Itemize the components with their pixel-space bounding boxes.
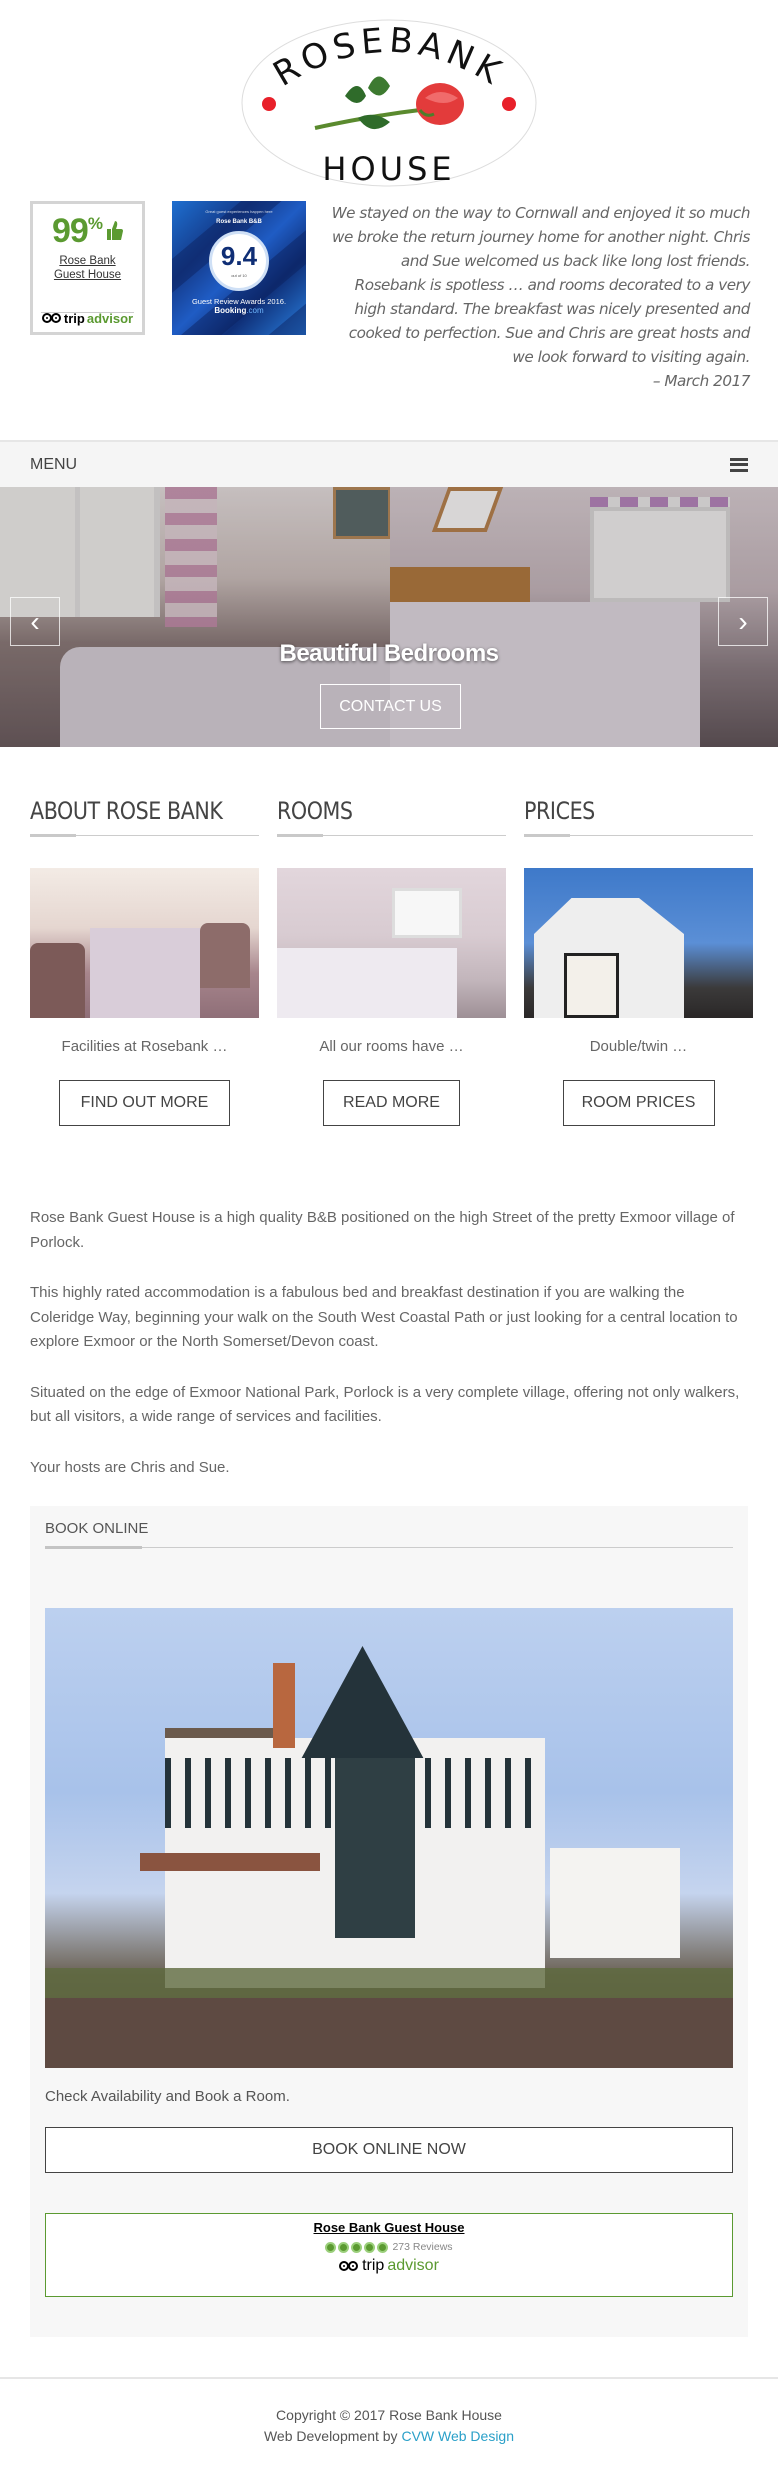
tripadvisor-badge[interactable]: 99 % Rose Bank Guest House trip advisor [30, 201, 145, 335]
feature-blurb: Double/twin … [589, 1038, 688, 1055]
feature-about: ABOUT ROSE BANK Facilities at Rosebank …… [30, 797, 259, 1126]
about-paragraph: Situated on the edge of Exmoor National … [30, 1383, 740, 1426]
booking-property-name: Rose Bank B&B [216, 219, 262, 225]
tripadvisor-owl-icon [339, 2260, 359, 2272]
book-online-now-button[interactable]: BOOK ONLINE NOW [45, 2127, 733, 2173]
booking-tagline: Great guest experiences happen here [205, 209, 273, 214]
about-paragraph: Your hosts are Chris and Sue. [30, 1458, 230, 1476]
thumbs-up-icon [106, 221, 123, 240]
check-availability-text: Check Availability and Book a Room. [45, 2088, 290, 2105]
feature-columns: ABOUT ROSE BANK Facilities at Rosebank …… [0, 747, 778, 1126]
review-count[interactable]: 273 Reviews [392, 2241, 452, 2253]
tripadvisor-logo: trip advisor [33, 311, 142, 326]
rating-bubble-icon [377, 2241, 389, 2253]
copyright-text: Copyright © 2017 Rose Bank House [276, 2407, 502, 2423]
menu-label[interactable]: MENU [30, 456, 77, 474]
menu-bar[interactable]: MENU [0, 440, 778, 487]
tripadvisor-score: 99 % [33, 214, 142, 248]
heading-underline [45, 1546, 733, 1549]
find-out-more-button[interactable]: FIND OUT MORE [59, 1080, 230, 1126]
feature-blurb: Facilities at Rosebank … [61, 1038, 228, 1055]
rating-bubble-icon [325, 2241, 337, 2253]
title-underline [524, 834, 753, 837]
booking-score-circle: 9.4 out of 10 [209, 231, 269, 291]
rating-bubble-icon [338, 2241, 350, 2253]
breakfast-photo[interactable] [30, 868, 259, 1018]
book-online-panel: BOOK ONLINE Check Availability and Book … [30, 1506, 748, 2337]
testimonial: We stayed on the way to Cornwall and enj… [330, 201, 751, 393]
testimonial-text: We stayed on the way to Cornwall and enj… [331, 204, 751, 366]
feature-blurb: All our rooms have … [319, 1038, 464, 1055]
about-text: Rose Bank Guest House is a high quality … [0, 1126, 778, 1480]
tripadvisor-widget-link[interactable]: Rose Bank Guest House [314, 2220, 465, 2235]
title-underline [30, 834, 259, 837]
room-prices-button[interactable]: ROOM PRICES [562, 1080, 715, 1126]
booking-logo: Booking.com [214, 306, 264, 315]
guest-house-photo [45, 1608, 733, 2068]
read-more-button[interactable]: READ MORE [323, 1080, 460, 1126]
rating-bubble-icon [364, 2241, 376, 2253]
feature-rooms: ROOMS All our rooms have … READ MORE [277, 797, 506, 1126]
tripadvisor-owl-icon [41, 313, 62, 324]
booking-award-badge[interactable]: Great guest experiences happen here Rose… [172, 201, 306, 335]
rating-bubbles: 273 Reviews [46, 2241, 732, 2253]
room-photo[interactable] [277, 868, 506, 1018]
site-footer: Copyright © 2017 Rose Bank House Web Dev… [0, 2377, 778, 2473]
hero-caption: Beautiful Bedrooms [279, 640, 499, 667]
feature-title: ROOMS [277, 797, 353, 825]
feature-prices: PRICES Double/twin … ROOM PRICES [524, 797, 753, 1126]
booking-award-text: Guest Review Awards 2016. [191, 297, 287, 306]
hamburger-icon[interactable] [730, 457, 748, 472]
credit-line: Web Development by CVW Web Design [263, 2428, 515, 2444]
site-logo[interactable]: ROSEBANK HOUSE [240, 18, 538, 188]
hero-slider: ‹ › Beautiful Bedrooms CONTACT US [0, 487, 778, 747]
testimonial-date: – March 2017 [652, 372, 751, 390]
tripadvisor-review-widget: Rose Bank Guest House 273 Reviews trip ad… [45, 2213, 733, 2297]
chevron-left-icon[interactable]: ‹ [10, 597, 60, 646]
logo-text-bottom: HOUSE [322, 150, 455, 188]
about-paragraph: Rose Bank Guest House is a high quality … [30, 1209, 735, 1251]
tripadvisor-logo[interactable]: trip advisor [46, 2257, 732, 2275]
site-header: ROSEBANK HOUSE 99 % Rose Bank Guest Hous… [0, 0, 778, 440]
cvw-web-design-link[interactable]: CVW Web Design [401, 2428, 514, 2444]
logo-dot-right [502, 97, 516, 111]
house-exterior-photo[interactable] [524, 868, 753, 1018]
contact-us-button[interactable]: CONTACT US [320, 684, 461, 729]
book-online-heading: BOOK ONLINE [45, 1520, 149, 1537]
booking-score: 9.4 [220, 241, 258, 271]
title-underline [277, 834, 506, 837]
feature-title: PRICES [524, 797, 595, 825]
chevron-right-icon[interactable]: › [718, 597, 768, 646]
tripadvisor-property-link[interactable]: Rose Bank Guest House [33, 254, 142, 282]
feature-title: ABOUT ROSE BANK [30, 797, 223, 825]
rating-bubble-icon [351, 2241, 363, 2253]
about-paragraph: This highly rated accommodation is a fab… [30, 1284, 738, 1350]
logo-dot-left [262, 97, 276, 111]
